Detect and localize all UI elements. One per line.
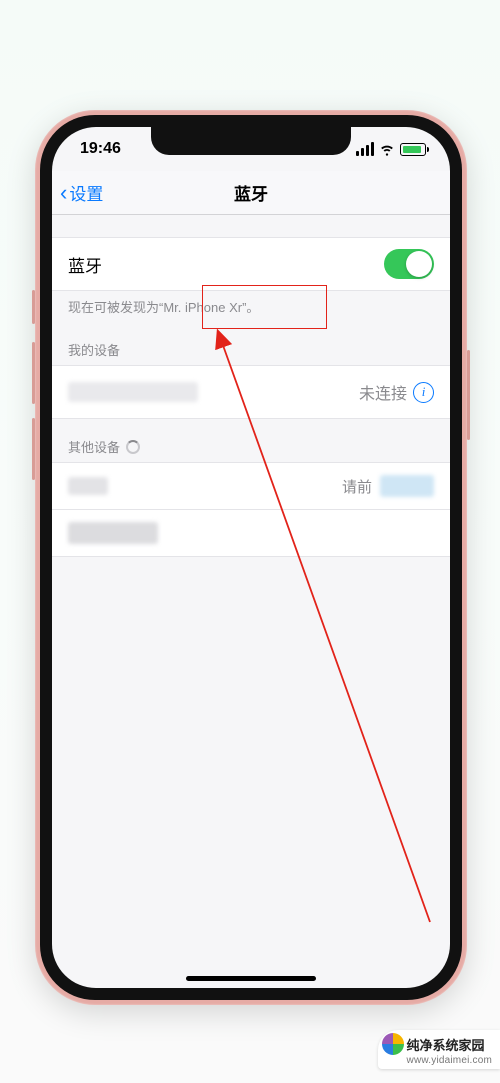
phone-device-frame: 19:46 ‹ 设置 蓝牙 bbox=[35, 110, 467, 1005]
blurred-chip bbox=[380, 475, 434, 497]
back-label: 设置 bbox=[69, 180, 103, 205]
watermark-url: www.yidaimei.com bbox=[407, 1055, 492, 1066]
other-devices-header: 其他设备 bbox=[52, 419, 450, 462]
device-status: 未连接 bbox=[359, 380, 407, 404]
blurred-chip bbox=[68, 477, 108, 495]
my-devices-header: 我的设备 bbox=[52, 322, 450, 365]
other-device-hint: 请前 bbox=[342, 476, 372, 497]
phone-notch bbox=[151, 127, 351, 155]
signal-icon bbox=[356, 142, 374, 156]
bluetooth-switch[interactable] bbox=[384, 249, 434, 279]
phone-screen: 19:46 ‹ 设置 蓝牙 bbox=[52, 127, 450, 988]
blurred-chip bbox=[68, 522, 158, 544]
device-name-blurred bbox=[68, 382, 198, 402]
chevron-left-icon: ‹ bbox=[60, 182, 67, 204]
watermark-badge: 纯净系统家园 www.yidaimei.com bbox=[378, 1030, 500, 1069]
home-indicator bbox=[186, 976, 316, 981]
nav-bar: ‹ 设置 蓝牙 bbox=[52, 171, 450, 215]
status-time: 19:46 bbox=[80, 140, 121, 158]
other-device-row[interactable] bbox=[52, 510, 450, 557]
info-icon[interactable]: i bbox=[413, 382, 434, 403]
discoverable-note: 现在可被发现为“Mr. iPhone Xr”。 bbox=[52, 291, 450, 322]
other-device-row[interactable]: 请前 bbox=[52, 462, 450, 510]
wifi-icon bbox=[379, 141, 395, 157]
spinner-icon bbox=[126, 440, 140, 454]
page-title: 蓝牙 bbox=[52, 180, 450, 205]
bluetooth-toggle-row[interactable]: 蓝牙 bbox=[52, 237, 450, 291]
watermark-name: 纯净系统家园 bbox=[407, 1035, 485, 1054]
watermark-logo-icon bbox=[382, 1033, 404, 1055]
device-row[interactable]: 未连接 i bbox=[52, 365, 450, 419]
back-button[interactable]: ‹ 设置 bbox=[60, 180, 103, 205]
bluetooth-label: 蓝牙 bbox=[68, 252, 102, 277]
battery-icon bbox=[400, 143, 426, 156]
